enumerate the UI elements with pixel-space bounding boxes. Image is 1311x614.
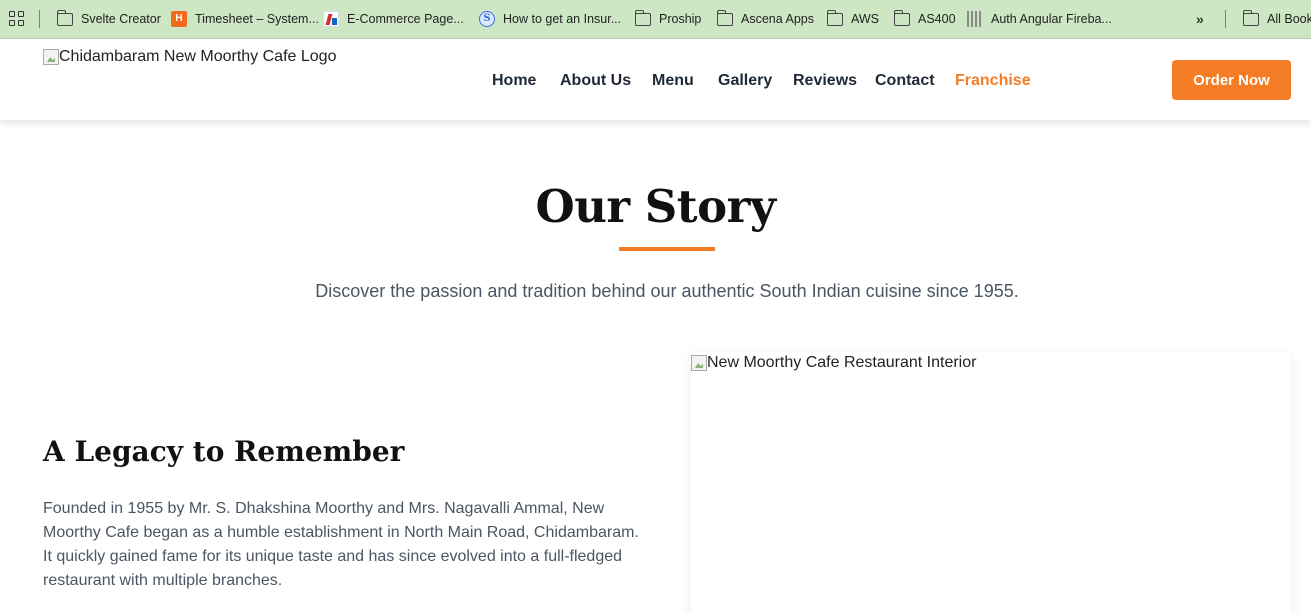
bookmark-aws[interactable]: AWS (826, 9, 880, 29)
bookmark-ascena-apps[interactable]: Ascena Apps (716, 9, 814, 29)
nav-reviews[interactable]: Reviews (793, 72, 857, 90)
nav-menu[interactable]: Menu (652, 72, 694, 90)
nav-about-us[interactable]: About Us (560, 72, 631, 90)
folder-icon (1242, 10, 1259, 27)
order-now-button[interactable]: Order Now (1172, 60, 1291, 100)
auth-site-icon (967, 11, 983, 27)
bookmark-auth-angular[interactable]: Auth Angular Fireba... (967, 9, 1112, 29)
folder-icon (56, 10, 73, 27)
bookmark-label: Proship (659, 12, 702, 26)
legacy-paragraph: Founded in 1955 by Mr. S. Dhakshina Moor… (43, 500, 639, 589)
bookmark-insurance[interactable]: S How to get an Insur... (479, 9, 621, 29)
bookmarks-separator (1225, 10, 1226, 28)
bookmark-ecommerce[interactable]: E-Commerce Page... (323, 9, 464, 29)
bookmark-proship[interactable]: Proship (634, 9, 702, 29)
interior-image-alt: New Moorthy Cafe Restaurant Interior (691, 354, 976, 372)
folder-icon (826, 10, 843, 27)
bookmark-all-bookmarks[interactable]: All Bookmarks (1242, 9, 1311, 29)
site-header: Chidambaram New Moorthy Cafe Logo Home A… (0, 40, 1311, 120)
bookmark-label: How to get an Insur... (503, 12, 622, 26)
restaurant-interior-image: New Moorthy Cafe Restaurant Interior (691, 352, 1291, 614)
apps-grid-icon[interactable] (9, 11, 25, 27)
interior-alt-text: New Moorthy Cafe Restaurant Interior (707, 354, 977, 371)
bookmark-timesheet[interactable]: H Timesheet – System... (171, 9, 319, 29)
title-underline (619, 247, 715, 251)
nav-franchise[interactable]: Franchise (955, 72, 1031, 90)
broken-image-icon (691, 355, 707, 371)
bookmark-label: E-Commerce Page... (347, 12, 464, 26)
bookmark-label: Auth Angular Fireba... (991, 12, 1112, 26)
bookmarks-overflow-icon[interactable]: » (1196, 11, 1204, 27)
logo-alt-text: Chidambaram New Moorthy Cafe Logo (59, 48, 337, 65)
nav-gallery[interactable]: Gallery (718, 72, 772, 90)
timesheet-icon: H (171, 11, 187, 27)
bookmark-label: Timesheet – System... (195, 12, 319, 26)
bookmark-svelte-creator[interactable]: Svelte Creator (56, 9, 161, 29)
nav-contact[interactable]: Contact (875, 72, 935, 90)
bookmarks-bar: Svelte Creator H Timesheet – System... E… (0, 0, 1311, 39)
bookmark-as400[interactable]: AS400 (893, 9, 956, 29)
bookmarks-separator (39, 10, 40, 28)
bookmark-label: Svelte Creator (81, 12, 161, 26)
legacy-heading: A Legacy to Remember (43, 435, 405, 468)
bookmark-label: AS400 (918, 12, 956, 26)
broken-image-icon (43, 49, 59, 65)
bookmark-label: All Bookmarks (1267, 12, 1311, 26)
s-site-icon: S (479, 11, 495, 27)
folder-icon (716, 10, 733, 27)
folder-icon (634, 10, 651, 27)
story-subtitle: Discover the passion and tradition behin… (315, 281, 1019, 301)
bookmark-label: AWS (851, 12, 880, 26)
folder-icon (893, 10, 910, 27)
site-logo[interactable]: Chidambaram New Moorthy Cafe Logo (43, 48, 336, 66)
bookmark-label: Ascena Apps (741, 12, 814, 26)
page-title: Our Story (535, 180, 776, 233)
ecommerce-icon (323, 11, 339, 27)
nav-home[interactable]: Home (492, 72, 536, 90)
